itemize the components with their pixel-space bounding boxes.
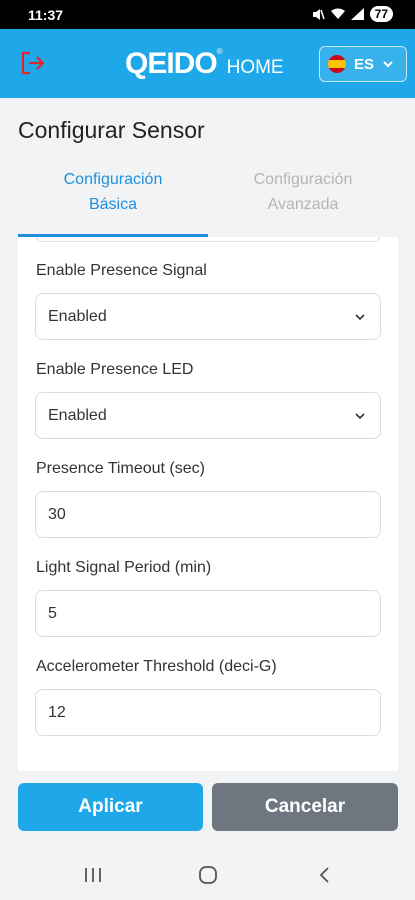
status-icons: 77	[312, 6, 393, 22]
field-label-accelerometer-threshold: Accelerometer Threshold (deci-G)	[36, 658, 277, 675]
presence-led-value: Enabled	[48, 406, 107, 424]
page-title: Configurar Sensor	[18, 117, 205, 143]
presence-led-select[interactable]: Enabled	[35, 392, 381, 439]
cancel-button[interactable]: Cancelar	[212, 783, 398, 831]
field-label-presence-timeout: Presence Timeout (sec)	[36, 460, 205, 477]
accelerometer-threshold-input[interactable]: 12	[35, 689, 381, 736]
brand-suffix: HOME	[226, 57, 284, 78]
presence-signal-select[interactable]: Enabled	[35, 293, 381, 340]
brand-logo: QEIDO ® HOME	[125, 47, 284, 81]
previous-field-partial	[35, 237, 381, 242]
chevron-down-icon	[355, 314, 365, 321]
field-label-light-signal-period: Light Signal Period (min)	[36, 559, 212, 576]
tab-bar: Configuración Básica Configuración Avanz…	[18, 165, 398, 237]
light-signal-period-input[interactable]: 5	[35, 590, 381, 637]
presence-timeout-value: 30	[48, 505, 66, 523]
tab-basic-config[interactable]: Configuración Básica	[18, 165, 208, 237]
accelerometer-threshold-value: 12	[48, 703, 66, 721]
registered-mark: ®	[216, 47, 223, 56]
chevron-down-icon	[355, 413, 365, 420]
status-time: 11:37	[28, 7, 64, 23]
brand-name: QEIDO	[125, 47, 218, 80]
presence-timeout-input[interactable]: 30	[35, 491, 381, 538]
home-icon[interactable]	[196, 864, 220, 886]
back-icon[interactable]	[313, 864, 337, 886]
logout-icon[interactable]	[20, 51, 46, 75]
form-card[interactable]: Enable Presence Signal Enabled Enable Pr…	[18, 237, 398, 771]
spain-flag-icon	[328, 55, 346, 73]
light-signal-period-value: 5	[48, 604, 57, 622]
chevron-down-icon	[383, 61, 393, 68]
wifi-icon	[330, 8, 345, 19]
status-bar: 11:37 77	[0, 0, 415, 29]
tab-advanced-config[interactable]: Configuración Avanzada	[208, 165, 398, 237]
mute-icon	[312, 8, 325, 20]
system-nav-bar	[0, 850, 415, 900]
language-code: ES	[354, 55, 375, 73]
field-label-presence-signal: Enable Presence Signal	[36, 262, 207, 279]
language-selector[interactable]: ES	[319, 46, 407, 82]
presence-signal-value: Enabled	[48, 307, 107, 325]
signal-icon	[350, 8, 364, 20]
app-header: QEIDO ® HOME ES	[0, 29, 415, 98]
recents-icon[interactable]	[81, 864, 105, 886]
apply-button[interactable]: Aplicar	[18, 783, 203, 831]
field-label-presence-led: Enable Presence LED	[36, 361, 194, 378]
battery-icon: 77	[369, 6, 393, 22]
